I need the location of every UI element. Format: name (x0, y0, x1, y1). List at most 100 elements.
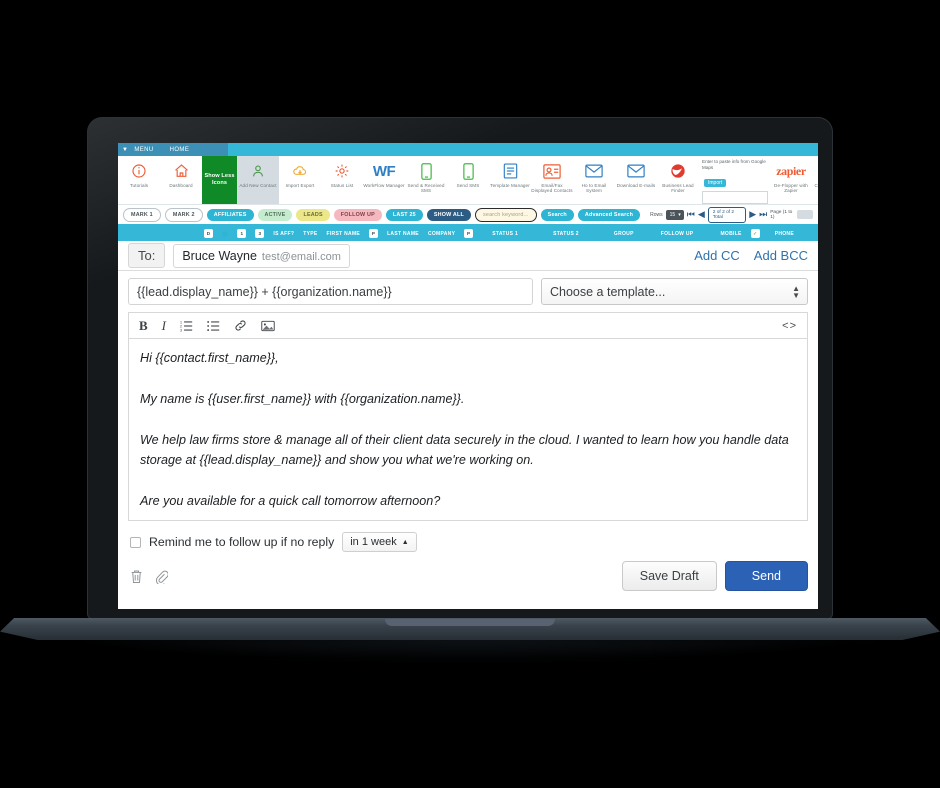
toolbar-label: Ho to Email System (581, 183, 607, 194)
column-first-name[interactable]: FIRST NAME (327, 231, 361, 237)
toolbar-item-de-flopper-zapier[interactable]: zapier De-Flopper with Zapier (770, 156, 812, 204)
toolbar-label: De-Flopper with Zapier (774, 183, 808, 194)
remind-interval-select[interactable]: in 1 week ▲ (342, 532, 417, 552)
image-icon[interactable] (261, 320, 275, 332)
search-input[interactable]: search keyword... (475, 207, 537, 222)
filter-last-25[interactable]: LAST 25 (385, 208, 423, 221)
document-icon (503, 161, 518, 181)
send-button[interactable]: Send (724, 561, 808, 591)
page-input[interactable] (797, 210, 813, 219)
subject-input[interactable]: {{lead.display_name}} + {{organization.n… (128, 278, 533, 305)
toolbar-label: Send SMS (456, 183, 480, 188)
list-bullet-icon[interactable] (207, 320, 220, 332)
toolbar-label: Dashboard (169, 183, 193, 188)
toolbar-item-send-sms[interactable]: Send SMS (447, 156, 489, 204)
body-paragraph: My name is {{user.first_name}} with {{or… (140, 392, 465, 406)
save-draft-button[interactable]: Save Draft (621, 561, 717, 591)
toolbar-item-change-contacts[interactable]: Change Contacts (812, 156, 818, 204)
toolbar-item-download-emails[interactable]: Download E-mails (615, 156, 657, 204)
paperclip-icon[interactable] (155, 569, 168, 584)
toolbar-item-import-export[interactable]: Import Export (279, 156, 321, 204)
maps-import-text: Enter to paste info from Google Maps (702, 159, 766, 170)
next-page-button[interactable]: ▶ (749, 210, 756, 219)
column-type[interactable]: TYPE (303, 231, 317, 237)
italic-button[interactable]: I (162, 318, 166, 334)
email-body-editor[interactable]: Hi {{contact.first_name}}, My name is {{… (128, 338, 808, 521)
app-screen: ▼ MENU HOME Tutorials Dashboard Show Les… (118, 143, 818, 609)
add-bcc-link[interactable]: Add BCC (754, 248, 808, 263)
toolbar-item-ho-to-email-system[interactable]: Ho to Email System (573, 156, 615, 204)
toolbar-item-add-new-contact[interactable]: Add New Contact (237, 156, 279, 204)
filter-active[interactable]: ACTIVE (257, 208, 293, 221)
column-p1[interactable]: P (369, 229, 379, 238)
advanced-search-button[interactable]: Advanced Search (577, 208, 641, 221)
column-3[interactable]: 3 (255, 229, 265, 238)
column-status-2[interactable]: STATUS 2 (553, 231, 579, 237)
column-follow-up[interactable]: FOLLOW UP (661, 231, 694, 237)
last-page-button[interactable]: ⏭ (759, 210, 767, 219)
toolbar-item-send-received-sms[interactable]: Send & Received SMS (405, 156, 447, 204)
toolbar-item-show-less-icons[interactable]: Show Less Icons (202, 156, 237, 204)
column-phone[interactable]: PHONE (775, 231, 794, 237)
toolbar-item-workflow-manager[interactable]: WF WorkFlow Manager (363, 156, 405, 204)
toolbar-label: Change Contacts (814, 183, 819, 188)
column-last-name[interactable]: LAST NAME (387, 231, 419, 237)
maps-import-button[interactable]: Import (704, 179, 727, 187)
column-company[interactable]: COMPANY (428, 231, 455, 237)
trash-icon[interactable] (130, 569, 143, 584)
compose-footer: Save Draft Send (118, 552, 818, 591)
topbar-left-group[interactable]: ▼ MENU HOME (118, 143, 228, 156)
column-status-1[interactable]: STATUS 1 (492, 231, 518, 237)
prev-page-button[interactable]: ◀ (698, 210, 705, 219)
list-numbered-icon[interactable]: 1 2 3 (180, 320, 193, 332)
rows-select[interactable]: 15 ▾ (665, 209, 684, 220)
filter-affiliates[interactable]: AFFILIATES (206, 208, 254, 221)
column-p2[interactable]: P (464, 229, 474, 238)
column-is-aff[interactable]: IS AFF? (273, 231, 294, 237)
filter-mark-1[interactable]: MARK 1 (123, 207, 161, 222)
home-label[interactable]: HOME (170, 147, 190, 153)
column-1[interactable]: 1 (237, 229, 247, 238)
toolbar-item-tutorials[interactable]: Tutorials (118, 156, 160, 204)
column-mobile[interactable]: MOBILE (720, 231, 741, 237)
body-paragraph: We help law firms store & manage all of … (140, 433, 789, 467)
filter-leads[interactable]: LEADS (296, 208, 330, 221)
body-paragraph: Hi {{contact.first_name}}, (140, 351, 279, 365)
filter-pill-row: MARK 1 MARK 2 AFFILIATES ACTIVE LEADS FO… (118, 205, 818, 226)
link-icon[interactable] (234, 319, 247, 332)
source-code-toggle[interactable]: <> (782, 320, 797, 332)
toolbar-item-template-manager[interactable]: Template Manager (489, 156, 531, 204)
toolbar-item-dashboard[interactable]: Dashboard (160, 156, 202, 204)
check-icon[interactable]: ✓ (750, 229, 760, 238)
person-add-icon (250, 161, 266, 181)
body-paragraph: Are you available for a quick call tomor… (140, 494, 441, 508)
toolbar-item-business-lead-finder[interactable]: Business Lead Finder (657, 156, 699, 204)
recipient-row: To: Bruce Wayne test@email.com Add CC Ad… (118, 241, 818, 271)
search-button[interactable]: Search (540, 208, 574, 221)
column-group[interactable]: GROUP (614, 231, 634, 237)
gear-icon (334, 161, 350, 181)
column-d[interactable]: D (204, 229, 213, 238)
add-cc-link[interactable]: Add CC (694, 248, 740, 263)
bold-button[interactable]: B (139, 318, 148, 334)
maps-paste-textarea[interactable] (702, 191, 768, 204)
remind-checkbox[interactable] (130, 536, 141, 548)
eye-icon[interactable]: ◉ (222, 230, 228, 238)
toolbar-item-status-list[interactable]: Status List (321, 156, 363, 204)
toolbar-item-email-fax-displayed-contacts[interactable]: Email/Fax Displayed Contacts (531, 156, 573, 204)
recipient-chip[interactable]: Bruce Wayne test@email.com (173, 243, 350, 268)
filter-mark-2[interactable]: MARK 2 (164, 207, 203, 222)
laptop-mockup: ▼ MENU HOME Tutorials Dashboard Show Les… (0, 0, 940, 788)
toolbar-label: Business Lead Finder (662, 183, 694, 194)
template-select[interactable]: Choose a template... ▲ ▼ (541, 278, 808, 305)
phone-icon (420, 161, 432, 181)
cc-bcc-actions: Add CC Add BCC (694, 248, 808, 263)
first-page-button[interactable]: ⏮ (687, 210, 695, 219)
footer-buttons: Save Draft Send (621, 561, 808, 591)
filter-show-all[interactable]: SHOW ALL (426, 208, 472, 221)
menu-label[interactable]: MENU (134, 147, 153, 153)
google-maps-import-block[interactable]: Enter to paste info from Google Maps Imp… (699, 156, 770, 204)
editor-toolbar: B I 1 2 3 <> (128, 312, 808, 338)
filter-follow-up[interactable]: FOLLOW UP (333, 208, 382, 221)
filter-caret-icon: ▼ (122, 146, 129, 153)
